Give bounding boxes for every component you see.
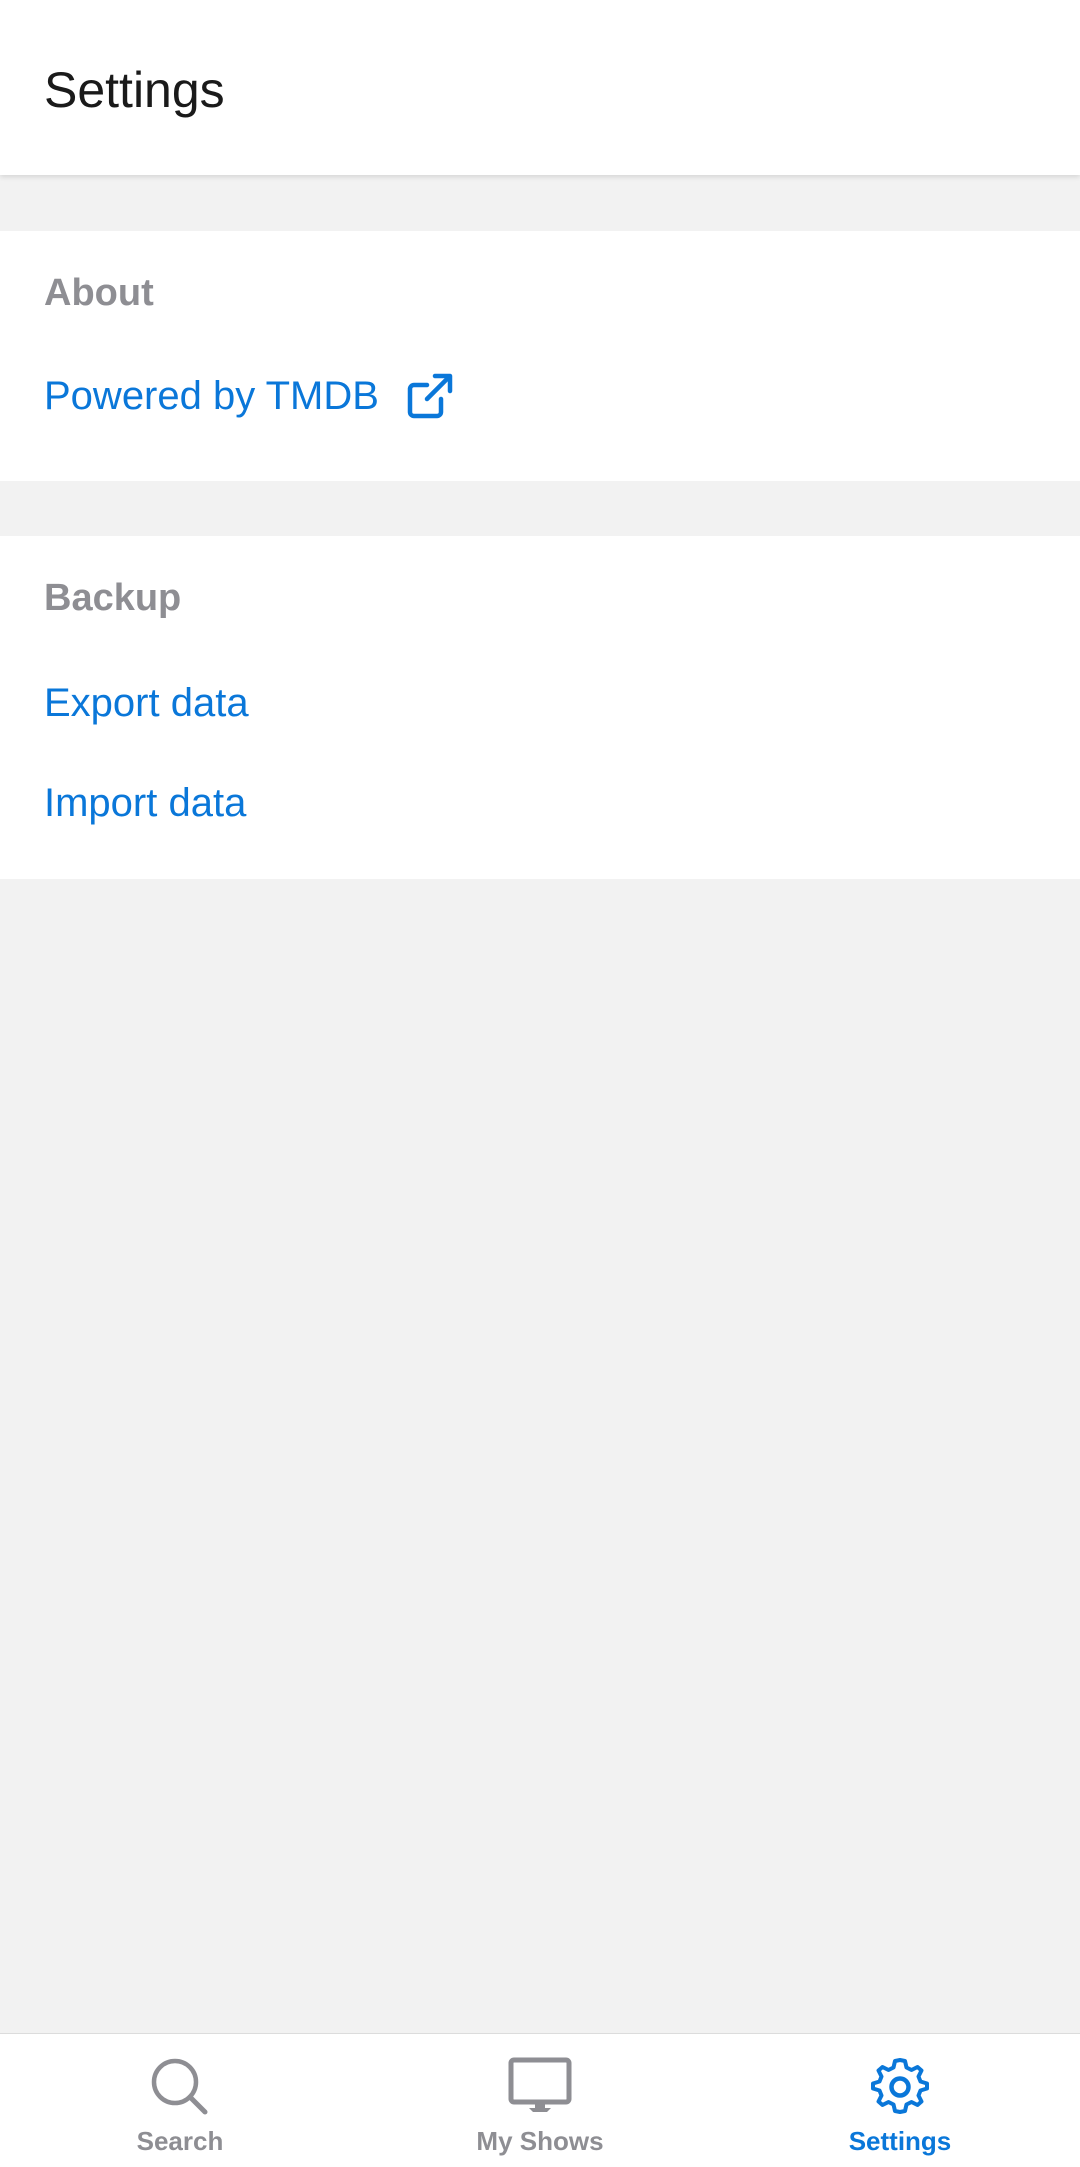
- tab-settings-label: Settings: [848, 2126, 952, 2156]
- backup-section-title: Backup: [44, 577, 182, 619]
- tv-icon: [508, 2057, 572, 2112]
- import-data-link[interactable]: Import data: [44, 777, 246, 829]
- page-title: Settings: [44, 62, 225, 118]
- powered-by-tmdb-link[interactable]: Powered by TMDB: [44, 370, 455, 422]
- tab-my-shows[interactable]: My Shows: [360, 2034, 720, 2167]
- export-data-link[interactable]: Export data: [44, 677, 249, 729]
- gear-icon: [871, 2058, 929, 2114]
- tab-settings[interactable]: Settings: [720, 2034, 1080, 2167]
- about-section: About Powered by TMDB: [0, 231, 1080, 481]
- settings-screen: Settings About Powered by TMDB Backup Ex…: [0, 0, 1080, 2167]
- about-section-title: About: [44, 272, 154, 314]
- tab-search[interactable]: Search: [0, 2034, 360, 2167]
- search-icon: [151, 2058, 208, 2115]
- tab-my-shows-label: My Shows: [476, 2126, 604, 2156]
- backup-section: Backup Export data Import data: [0, 536, 1080, 879]
- powered-by-tmdb-label: Powered by TMDB: [44, 374, 379, 418]
- tab-search-label: Search: [136, 2126, 224, 2156]
- external-link-icon: [407, 373, 453, 419]
- app-header: Settings: [0, 0, 1080, 175]
- bottom-tab-bar: Search My Shows Settings: [0, 2033, 1080, 2167]
